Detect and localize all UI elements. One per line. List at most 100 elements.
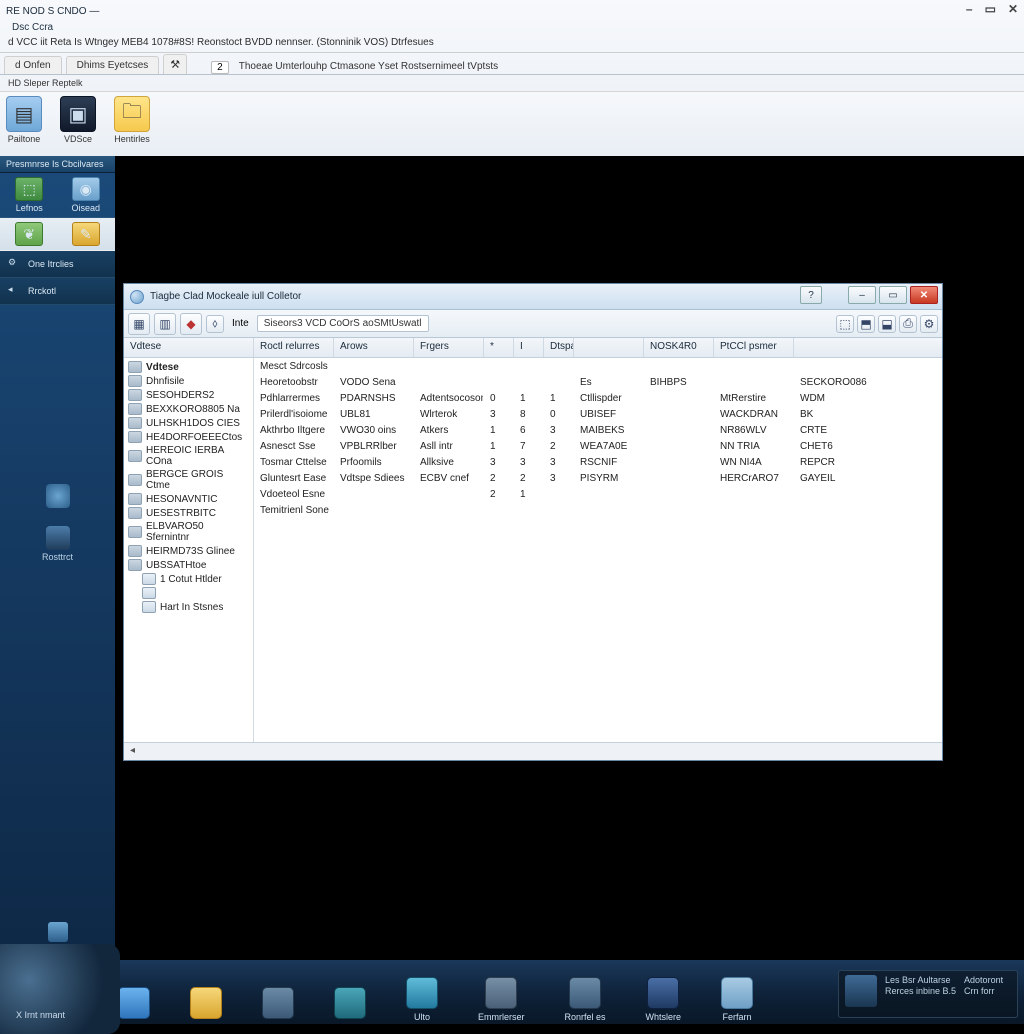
- grid-cell: Allksive: [414, 457, 484, 468]
- info-icon[interactable]: [48, 922, 68, 942]
- side-link-1[interactable]: ◂ Rrckotl: [0, 278, 115, 305]
- tool-print-icon[interactable]: ⎙: [899, 315, 917, 333]
- tool-r3-icon[interactable]: ⬓: [878, 315, 896, 333]
- taskbar-item-6[interactable]: Ronrfel es: [565, 977, 606, 1022]
- side-shortcut-1[interactable]: Rosttrct: [6, 526, 109, 562]
- tool-r2-icon[interactable]: ⬒: [857, 315, 875, 333]
- tree-node-6[interactable]: HEREOIC IERBA COna: [124, 444, 253, 468]
- grid-cell: VODO Sena: [334, 377, 414, 388]
- minimize-button[interactable]: –: [966, 2, 973, 16]
- col-header-0[interactable]: Vdtese: [124, 338, 254, 357]
- inner-maximize-button[interactable]: ▭: [879, 286, 907, 304]
- taskbar-item-0[interactable]: [118, 987, 150, 1022]
- tool-shield-icon[interactable]: ⬨: [206, 315, 224, 333]
- tree-node-5[interactable]: HE4DORFOEEECtos: [124, 430, 253, 444]
- grid-row[interactable]: Gluntesrt EaseVdtspe SdieesECBV cnef223P…: [254, 470, 942, 486]
- close-button[interactable]: ✕: [1008, 2, 1018, 16]
- col-header-2[interactable]: Arows: [334, 338, 414, 357]
- tree-node-8[interactable]: HESONAVNTIC: [124, 492, 253, 506]
- ribbon-item-2[interactable]: 🗀 Hentirles: [114, 96, 150, 144]
- tree-sub-0[interactable]: 1 Cotut Htlder: [124, 572, 253, 586]
- tree-node-12[interactable]: UBSSATHtoe: [124, 558, 253, 572]
- col-header-8[interactable]: NOSK4R0: [644, 338, 714, 357]
- maximize-button[interactable]: ▭: [985, 2, 996, 16]
- start-orb[interactable]: [0, 944, 120, 1034]
- tool-2-icon[interactable]: ▥: [154, 313, 176, 335]
- grid-cell: PISYRM: [574, 473, 644, 484]
- taskbar-item-4[interactable]: Ulto: [406, 977, 438, 1022]
- grid-cell: PDARNSHS: [334, 393, 414, 404]
- node-icon: [128, 545, 142, 557]
- side-shortcut-0[interactable]: [6, 484, 109, 508]
- grid-row[interactable]: Temitrienl Sone: [254, 502, 942, 518]
- address-bar[interactable]: Siseors3 VCD CoOrS aoSMtUswatl: [257, 315, 429, 332]
- taskbar-item-2[interactable]: [262, 987, 294, 1022]
- tree-sub-2[interactable]: Hart In Stsnes: [124, 600, 253, 614]
- tab-1[interactable]: Dhims Eyetcses: [66, 56, 160, 74]
- inner-close-button[interactable]: ✕: [910, 286, 938, 304]
- grid-cell: SECKORO086: [794, 377, 874, 388]
- gear-icon: ⚙: [8, 257, 22, 271]
- col-header-4[interactable]: *: [484, 338, 514, 357]
- grid-row[interactable]: Mesct Sdrcosls: [254, 358, 942, 374]
- grid-row[interactable]: PdhlarrermesPDARNSHSAdtentsocoson E011Ct…: [254, 390, 942, 406]
- tree-sub-1[interactable]: [124, 586, 253, 600]
- tree-node-7[interactable]: BERGCE GROIS Ctme: [124, 468, 253, 492]
- tree-node-9[interactable]: UESESTRBITC: [124, 506, 253, 520]
- taskbar-item-1[interactable]: [190, 987, 222, 1022]
- tree-node-0[interactable]: Vdtese: [124, 360, 253, 374]
- grid-cell: UBL81: [334, 409, 414, 420]
- taskbar-item-7[interactable]: Whtslere: [646, 977, 682, 1022]
- side-item-2[interactable]: ❦: [4, 222, 55, 246]
- col-header-9[interactable]: PtCCl psmer: [714, 338, 794, 357]
- grid-cell: WEA7A0E: [574, 441, 644, 452]
- col-header-3[interactable]: Frgers: [414, 338, 484, 357]
- tree-node-3[interactable]: BEXXKORO8805 Na: [124, 402, 253, 416]
- tree-node-1[interactable]: Dhnfisile: [124, 374, 253, 388]
- ribbon-item-1[interactable]: ▣ VDSce: [60, 96, 96, 144]
- node-icon: [128, 450, 142, 462]
- column-headers: VdteseRoctl relurresArowsFrgers*IDtspar N…: [124, 338, 942, 358]
- tool-1-icon[interactable]: ▦: [128, 313, 150, 335]
- side-item-1[interactable]: ◉ Oisead: [61, 177, 112, 213]
- tool-tag-icon[interactable]: ◆: [180, 313, 202, 335]
- tray-line-2: Adotoront: [964, 975, 1003, 986]
- grid-row[interactable]: Tosmar CttelsePrfoomilsAllksive333RSCNIF…: [254, 454, 942, 470]
- tree-node-10[interactable]: ELBVARO50 Sfernintnr: [124, 520, 253, 544]
- grid-cell: 8: [514, 409, 544, 420]
- grid-row[interactable]: Asnesct SseVPBLRRlberAsll intr172WEA7A0E…: [254, 438, 942, 454]
- inner-titlebar[interactable]: Tiagbe Clad Mockeale iull Colletor ? – ▭…: [124, 284, 942, 310]
- inner-help-button[interactable]: ?: [800, 286, 822, 304]
- node-icon: [128, 375, 142, 387]
- grid-cell: Akthrbo Iltgere: [254, 425, 334, 436]
- status-bar: ◂: [124, 742, 942, 760]
- grid-row[interactable]: HeoretoobstrVODO SenaEsBIHBPSSECKORO086: [254, 374, 942, 390]
- taskbar-item-5[interactable]: Emmrlerser: [478, 977, 525, 1022]
- col-header-1[interactable]: Roctl relurres: [254, 338, 334, 357]
- grid-row[interactable]: Vdoeteol Esne21: [254, 486, 942, 502]
- system-tray[interactable]: Les Bsr Aultarse Rerces inbine B.5 Adoto…: [838, 970, 1018, 1018]
- tab-tools-icon[interactable]: ⚒: [163, 54, 187, 74]
- grid-cell: BIHBPS: [644, 377, 714, 388]
- col-header-5[interactable]: I: [514, 338, 544, 357]
- menu-bar[interactable]: d VCC iit Reta Is Wtngey MEB4 1078#8S! R…: [0, 35, 1024, 53]
- grid-row[interactable]: Prilerdl'isoiomeUBL81Wlrterok380UBISEFWA…: [254, 406, 942, 422]
- tree-node-2[interactable]: SESOHDERS2: [124, 388, 253, 402]
- taskbar-item-8[interactable]: Ferfarn: [721, 977, 753, 1022]
- tree-node-4[interactable]: ULHSKH1DOS CIES: [124, 416, 253, 430]
- app-icon: [406, 977, 438, 1009]
- side-item-0[interactable]: ⬚ Lefnos: [4, 177, 55, 213]
- app-icon: [485, 977, 517, 1009]
- tab-0[interactable]: d Onfen: [4, 56, 62, 74]
- side-link-0[interactable]: ⚙ One Itrclies: [0, 251, 115, 278]
- side-item-3[interactable]: ✎: [61, 222, 112, 246]
- tool-r1-icon[interactable]: ⬚: [836, 315, 854, 333]
- tree-node-11[interactable]: HEIRMD73S Glinee: [124, 544, 253, 558]
- col-header-6[interactable]: Dtspar: [544, 338, 574, 357]
- taskbar-item-3[interactable]: [334, 987, 366, 1022]
- col-header-7[interactable]: [574, 338, 644, 357]
- grid-row[interactable]: Akthrbo IltgereVWO30 oinsAtkers163MAIBEK…: [254, 422, 942, 438]
- tool-gear-icon[interactable]: ⚙: [920, 315, 938, 333]
- inner-minimize-button[interactable]: –: [848, 286, 876, 304]
- ribbon-item-0[interactable]: ▤ Pailtone: [6, 96, 42, 144]
